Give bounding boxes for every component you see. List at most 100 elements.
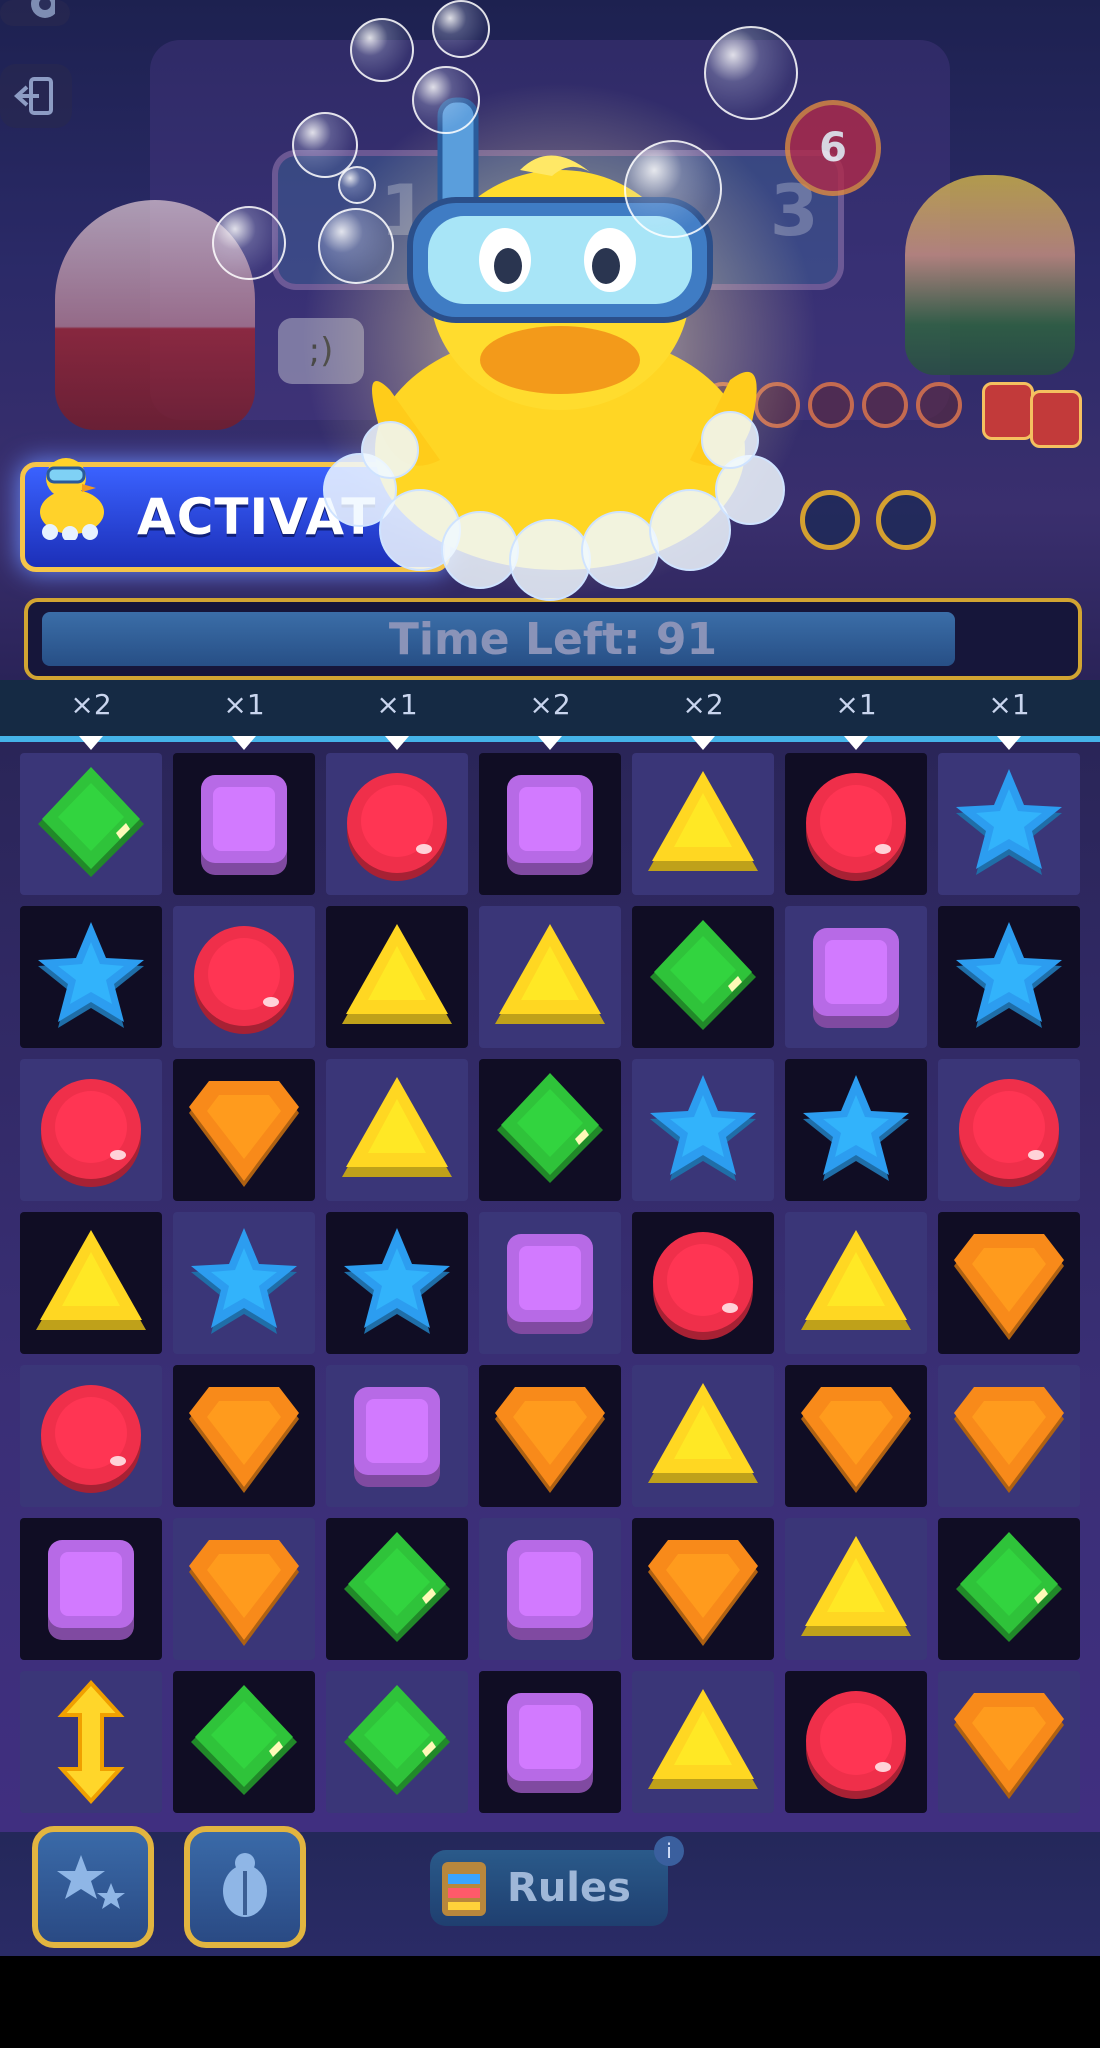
scarab-icon bbox=[223, 1853, 267, 1917]
board-cell-r1-c3[interactable] bbox=[326, 753, 468, 895]
red-gem-icon bbox=[41, 1079, 141, 1187]
green-gem-icon bbox=[344, 1685, 450, 1795]
board-cell-r5-c7[interactable] bbox=[938, 1365, 1080, 1507]
board-cell-r6-c4[interactable] bbox=[479, 1518, 621, 1660]
column-arrow-6 bbox=[844, 736, 868, 750]
board-cell-r3-c6[interactable] bbox=[785, 1059, 927, 1201]
red-gem-icon bbox=[806, 1691, 906, 1799]
board-cell-r1-c7[interactable] bbox=[938, 753, 1080, 895]
board-cell-r1-c4[interactable] bbox=[479, 753, 621, 895]
purple-gem-icon bbox=[507, 1693, 593, 1793]
board-cell-r5-c1[interactable] bbox=[20, 1365, 162, 1507]
board-cell-r6-c1[interactable] bbox=[20, 1518, 162, 1660]
purple-gem-icon bbox=[48, 1540, 134, 1640]
orange-gem-icon bbox=[954, 1387, 1064, 1493]
purple-gem-icon bbox=[354, 1387, 440, 1487]
purple-gem-icon bbox=[201, 775, 287, 875]
green-gem-icon bbox=[956, 1532, 1062, 1642]
yellow-gem-icon bbox=[648, 771, 758, 871]
board-cell-r1-c6[interactable] bbox=[785, 753, 927, 895]
board-cell-r3-c5[interactable] bbox=[632, 1059, 774, 1201]
column-arrow-3 bbox=[385, 736, 409, 750]
yellow-gem-icon bbox=[648, 1383, 758, 1483]
board-cell-r3-c4[interactable] bbox=[479, 1059, 621, 1201]
board-cell-r4-c1[interactable] bbox=[20, 1212, 162, 1354]
board-cell-r4-c5[interactable] bbox=[632, 1212, 774, 1354]
board-cell-r7-c1[interactable] bbox=[20, 1671, 162, 1813]
board-cell-r2-c2[interactable] bbox=[173, 906, 315, 1048]
board-cell-r2-c6[interactable] bbox=[785, 906, 927, 1048]
info-icon[interactable]: i bbox=[654, 1836, 684, 1866]
orange-gem-icon bbox=[801, 1387, 911, 1493]
red-gem-icon bbox=[806, 773, 906, 881]
yellow-gem-icon bbox=[342, 1077, 452, 1177]
board-cell-r4-c4[interactable] bbox=[479, 1212, 621, 1354]
board-cell-r3-c7[interactable] bbox=[938, 1059, 1080, 1201]
board-cell-r4-c6[interactable] bbox=[785, 1212, 927, 1354]
green-gem-icon bbox=[38, 767, 144, 877]
board-cell-r5-c3[interactable] bbox=[326, 1365, 468, 1507]
board-cell-r7-c3[interactable] bbox=[326, 1671, 468, 1813]
column-arrow-7 bbox=[997, 736, 1021, 750]
board-cell-r5-c6[interactable] bbox=[785, 1365, 927, 1507]
stars-powerup-button[interactable] bbox=[32, 1826, 154, 1948]
gear-icon[interactable] bbox=[0, 0, 70, 26]
board-cell-r4-c7[interactable] bbox=[938, 1212, 1080, 1354]
board-cell-r7-c2[interactable] bbox=[173, 1671, 315, 1813]
board-cell-r1-c5[interactable] bbox=[632, 753, 774, 895]
orange-gem-icon bbox=[648, 1540, 758, 1646]
board-cell-r3-c1[interactable] bbox=[20, 1059, 162, 1201]
column-arrow-4 bbox=[538, 736, 562, 750]
board-cell-r7-c6[interactable] bbox=[785, 1671, 927, 1813]
board-cell-r2-c3[interactable] bbox=[326, 906, 468, 1048]
board-cell-r6-c2[interactable] bbox=[173, 1518, 315, 1660]
board-cell-r3-c2[interactable] bbox=[173, 1059, 315, 1201]
board-cell-r4-c3[interactable] bbox=[326, 1212, 468, 1354]
green-gem-icon bbox=[191, 1685, 297, 1795]
board-cell-r7-c7[interactable] bbox=[938, 1671, 1080, 1813]
scarab-tab-icon[interactable] bbox=[1030, 390, 1082, 448]
column-arrow-5 bbox=[691, 736, 715, 750]
blue-gem-icon bbox=[956, 922, 1062, 1028]
blue-gem-icon bbox=[956, 769, 1062, 875]
board-cell-r7-c4[interactable] bbox=[479, 1671, 621, 1813]
board-cell-r5-c5[interactable] bbox=[632, 1365, 774, 1507]
rules-button[interactable]: Rules bbox=[430, 1850, 668, 1926]
exit-door-icon[interactable] bbox=[0, 64, 72, 128]
board-cell-r6-c6[interactable] bbox=[785, 1518, 927, 1660]
column-arrow-1 bbox=[79, 736, 103, 750]
red-gem-icon bbox=[347, 773, 447, 881]
stars-icon bbox=[57, 1855, 125, 1909]
scarab-powerup-button[interactable] bbox=[184, 1826, 306, 1948]
game-screen: 1 3 6 ;) ACTIVAT bbox=[0, 0, 1100, 2048]
red-gem-icon bbox=[959, 1079, 1059, 1187]
red-gem-icon bbox=[653, 1232, 753, 1340]
gear-icon-glyph bbox=[31, 0, 55, 18]
board-cell-r6-c3[interactable] bbox=[326, 1518, 468, 1660]
exit-icon-glyph bbox=[14, 77, 53, 115]
board-cell-r6-c5[interactable] bbox=[632, 1518, 774, 1660]
yellow-gem-icon bbox=[801, 1536, 911, 1636]
bubble bbox=[432, 0, 490, 58]
item-tab-icon[interactable] bbox=[982, 382, 1034, 440]
orange-gem-icon bbox=[189, 1387, 299, 1493]
duck-booster-icon bbox=[40, 458, 104, 540]
board-cell-r1-c1[interactable] bbox=[20, 753, 162, 895]
yellow-gem-icon bbox=[495, 924, 605, 1024]
orange-gem-icon bbox=[495, 1387, 605, 1493]
board-cell-r7-c5[interactable] bbox=[632, 1671, 774, 1813]
board-cell-r4-c2[interactable] bbox=[173, 1212, 315, 1354]
board-cell-r5-c4[interactable] bbox=[479, 1365, 621, 1507]
board-cell-r1-c2[interactable] bbox=[173, 753, 315, 895]
board-cell-r6-c7[interactable] bbox=[938, 1518, 1080, 1660]
column-multiplier-4: ×2 bbox=[529, 688, 571, 721]
board-cell-r2-c1[interactable] bbox=[20, 906, 162, 1048]
duck-character bbox=[323, 97, 785, 601]
board-cell-r2-c4[interactable] bbox=[479, 906, 621, 1048]
board-cell-r2-c7[interactable] bbox=[938, 906, 1080, 1048]
swap-arrow-icon bbox=[57, 1680, 125, 1804]
board-cell-r2-c5[interactable] bbox=[632, 906, 774, 1048]
board-cell-r5-c2[interactable] bbox=[173, 1365, 315, 1507]
board-cell-r3-c3[interactable] bbox=[326, 1059, 468, 1201]
screen-bottom-bar bbox=[0, 1956, 1100, 2048]
